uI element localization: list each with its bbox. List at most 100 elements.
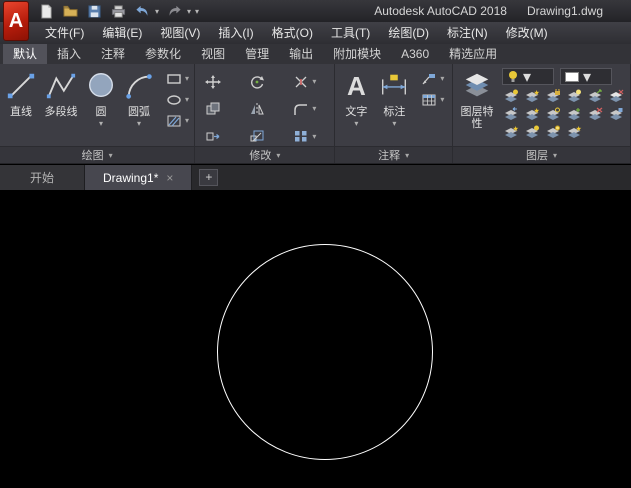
- close-tab-icon[interactable]: ×: [166, 171, 173, 185]
- text-icon: A: [346, 70, 366, 101]
- layer-off-icon[interactable]: [502, 88, 520, 103]
- multileader-button[interactable]: ▾: [418, 71, 446, 86]
- rotate-button[interactable]: [246, 72, 290, 91]
- redo-dropdown-arrow[interactable]: ▾: [187, 7, 191, 16]
- dimension-dropdown-arrow[interactable]: ▾: [392, 119, 396, 128]
- menu-modify[interactable]: 修改(M): [497, 22, 557, 44]
- undo-dropdown-arrow[interactable]: ▾: [155, 7, 159, 16]
- arc-dropdown-arrow[interactable]: ▾: [137, 119, 141, 128]
- layer-state-icon[interactable]: ★: [523, 106, 541, 121]
- panel-annotation-label-text: 注释: [378, 150, 401, 162]
- menu-tools[interactable]: 工具(T): [322, 22, 379, 44]
- circle-dropdown-arrow[interactable]: ▾: [99, 119, 103, 128]
- menu-edit[interactable]: 编辑(E): [93, 22, 151, 44]
- autocad-logo[interactable]: A: [3, 1, 29, 41]
- menu-insert[interactable]: 插入(I): [209, 22, 262, 44]
- panel-modify-label[interactable]: 修改 ▾: [195, 146, 335, 163]
- dropdown-arrow[interactable]: ▾: [440, 74, 444, 83]
- redo-button[interactable]: [166, 3, 183, 20]
- polyline-button[interactable]: 多段线: [39, 66, 83, 146]
- circle-entity[interactable]: [217, 244, 433, 460]
- arc-button[interactable]: 圆弧 ▾: [119, 66, 159, 146]
- layer-properties-button[interactable]: 图层特性: [456, 66, 498, 146]
- scale-button[interactable]: [246, 127, 290, 146]
- ribbon-tab-home[interactable]: 默认: [3, 44, 48, 64]
- dropdown-arrow[interactable]: ▾: [312, 104, 316, 113]
- layer-thaw-icon[interactable]: ★: [565, 124, 583, 139]
- ribbon-tab-featured-apps[interactable]: 精选应用: [439, 44, 507, 64]
- dropdown-arrow[interactable]: ▾: [185, 74, 189, 83]
- layer-prev-icon[interactable]: [502, 106, 520, 121]
- copy-button[interactable]: [202, 99, 246, 118]
- layer-unisolate-icon[interactable]: [523, 124, 541, 139]
- stretch-button[interactable]: [202, 127, 246, 146]
- layer-vp-freeze-icon[interactable]: ★: [502, 124, 520, 139]
- layer-isolate-icon[interactable]: [565, 88, 583, 103]
- panel-layers-label-text: 图层: [525, 150, 548, 162]
- text-button[interactable]: A 文字 ▾: [338, 66, 374, 146]
- ribbon-tab-a360[interactable]: A360: [391, 44, 439, 64]
- circle-button[interactable]: 圆 ▾: [83, 66, 119, 146]
- undo-button[interactable]: [134, 3, 151, 20]
- new-file-button[interactable]: [38, 3, 55, 20]
- ribbon-tab-insert[interactable]: 插入: [47, 44, 91, 64]
- rectangle-button[interactable]: ▾: [163, 71, 191, 86]
- table-button[interactable]: ▾: [418, 92, 446, 107]
- hatch-button[interactable]: ▾: [163, 113, 191, 128]
- layer-match-icon[interactable]: [586, 88, 604, 103]
- dropdown-arrow[interactable]: ▾: [440, 95, 444, 104]
- file-tab-drawing1[interactable]: Drawing1* ×: [85, 165, 193, 190]
- panel-layers-label[interactable]: 图层 ▾: [453, 146, 630, 163]
- layer-select-dropdown[interactable]: ▾: [502, 68, 554, 86]
- drawing-canvas[interactable]: [0, 190, 631, 488]
- customize-qat-dropdown[interactable]: ▾: [195, 7, 199, 16]
- panel-annotation-label[interactable]: 注释 ▾: [335, 146, 452, 163]
- hatch-icon: [165, 113, 183, 128]
- new-tab-button[interactable]: +: [199, 169, 219, 186]
- panel-annotation: A 文字 ▾ 标注 ▾ ▾ ▾ 注释 ▾: [335, 64, 453, 163]
- circle-button-label: 圆: [95, 106, 107, 118]
- save-button[interactable]: [86, 3, 103, 20]
- layer-merge-icon[interactable]: [565, 106, 583, 121]
- document-title: Drawing1.dwg: [526, 4, 603, 18]
- dimension-button[interactable]: 标注 ▾: [374, 66, 414, 146]
- plot-button[interactable]: [110, 3, 127, 20]
- new-file-icon: [39, 3, 54, 19]
- ribbon: 直线 多段线 圆 ▾ 圆弧 ▾ ▾ ▾ ▾ 绘图 ▾ ▾ ▾ ▾ 修改 ▾ A …: [0, 64, 631, 164]
- ribbon-tab-output[interactable]: 输出: [279, 44, 323, 64]
- fillet-button[interactable]: ▾: [290, 99, 334, 118]
- ellipse-button[interactable]: ▾: [163, 92, 191, 107]
- array-button[interactable]: ▾: [290, 127, 334, 146]
- dropdown-arrow[interactable]: ▾: [185, 116, 189, 125]
- text-dropdown-arrow[interactable]: ▾: [354, 119, 358, 128]
- move-button[interactable]: [202, 72, 246, 91]
- menu-file[interactable]: 文件(F): [36, 22, 93, 44]
- layer-color-dropdown[interactable]: ▾: [560, 68, 612, 86]
- ribbon-tab-addins[interactable]: 附加模块: [323, 44, 391, 64]
- mirror-button[interactable]: [246, 99, 290, 118]
- layer-delete-icon[interactable]: [586, 106, 604, 121]
- ribbon-tab-parametric[interactable]: 参数化: [135, 44, 191, 64]
- menu-format[interactable]: 格式(O): [263, 22, 322, 44]
- menu-dimension[interactable]: 标注(N): [438, 22, 497, 44]
- panel-draw-label[interactable]: 绘图 ▾: [0, 146, 195, 163]
- dropdown-arrow[interactable]: ▾: [312, 132, 316, 141]
- menu-view[interactable]: 视图(V): [151, 22, 209, 44]
- layer-freeze-icon[interactable]: ★: [523, 88, 541, 103]
- dropdown-arrow[interactable]: ▾: [312, 77, 316, 86]
- trim-button[interactable]: ▾: [290, 72, 334, 91]
- circle-icon: [84, 69, 118, 103]
- layer-current-icon[interactable]: [607, 88, 625, 103]
- menu-draw[interactable]: 绘图(D): [379, 22, 438, 44]
- layer-lock-icon[interactable]: [544, 88, 562, 103]
- layer-walk-icon[interactable]: [544, 106, 562, 121]
- open-file-button[interactable]: [62, 3, 79, 20]
- layer-copy-icon[interactable]: [607, 106, 625, 121]
- dropdown-arrow[interactable]: ▾: [185, 95, 189, 104]
- ribbon-tab-manage[interactable]: 管理: [235, 44, 279, 64]
- ribbon-tab-view[interactable]: 视图: [191, 44, 235, 64]
- line-button[interactable]: 直线: [3, 66, 39, 146]
- file-tab-start[interactable]: 开始: [0, 165, 86, 190]
- ribbon-tab-annotate[interactable]: 注释: [91, 44, 135, 64]
- layer-on-all-icon[interactable]: [544, 124, 562, 139]
